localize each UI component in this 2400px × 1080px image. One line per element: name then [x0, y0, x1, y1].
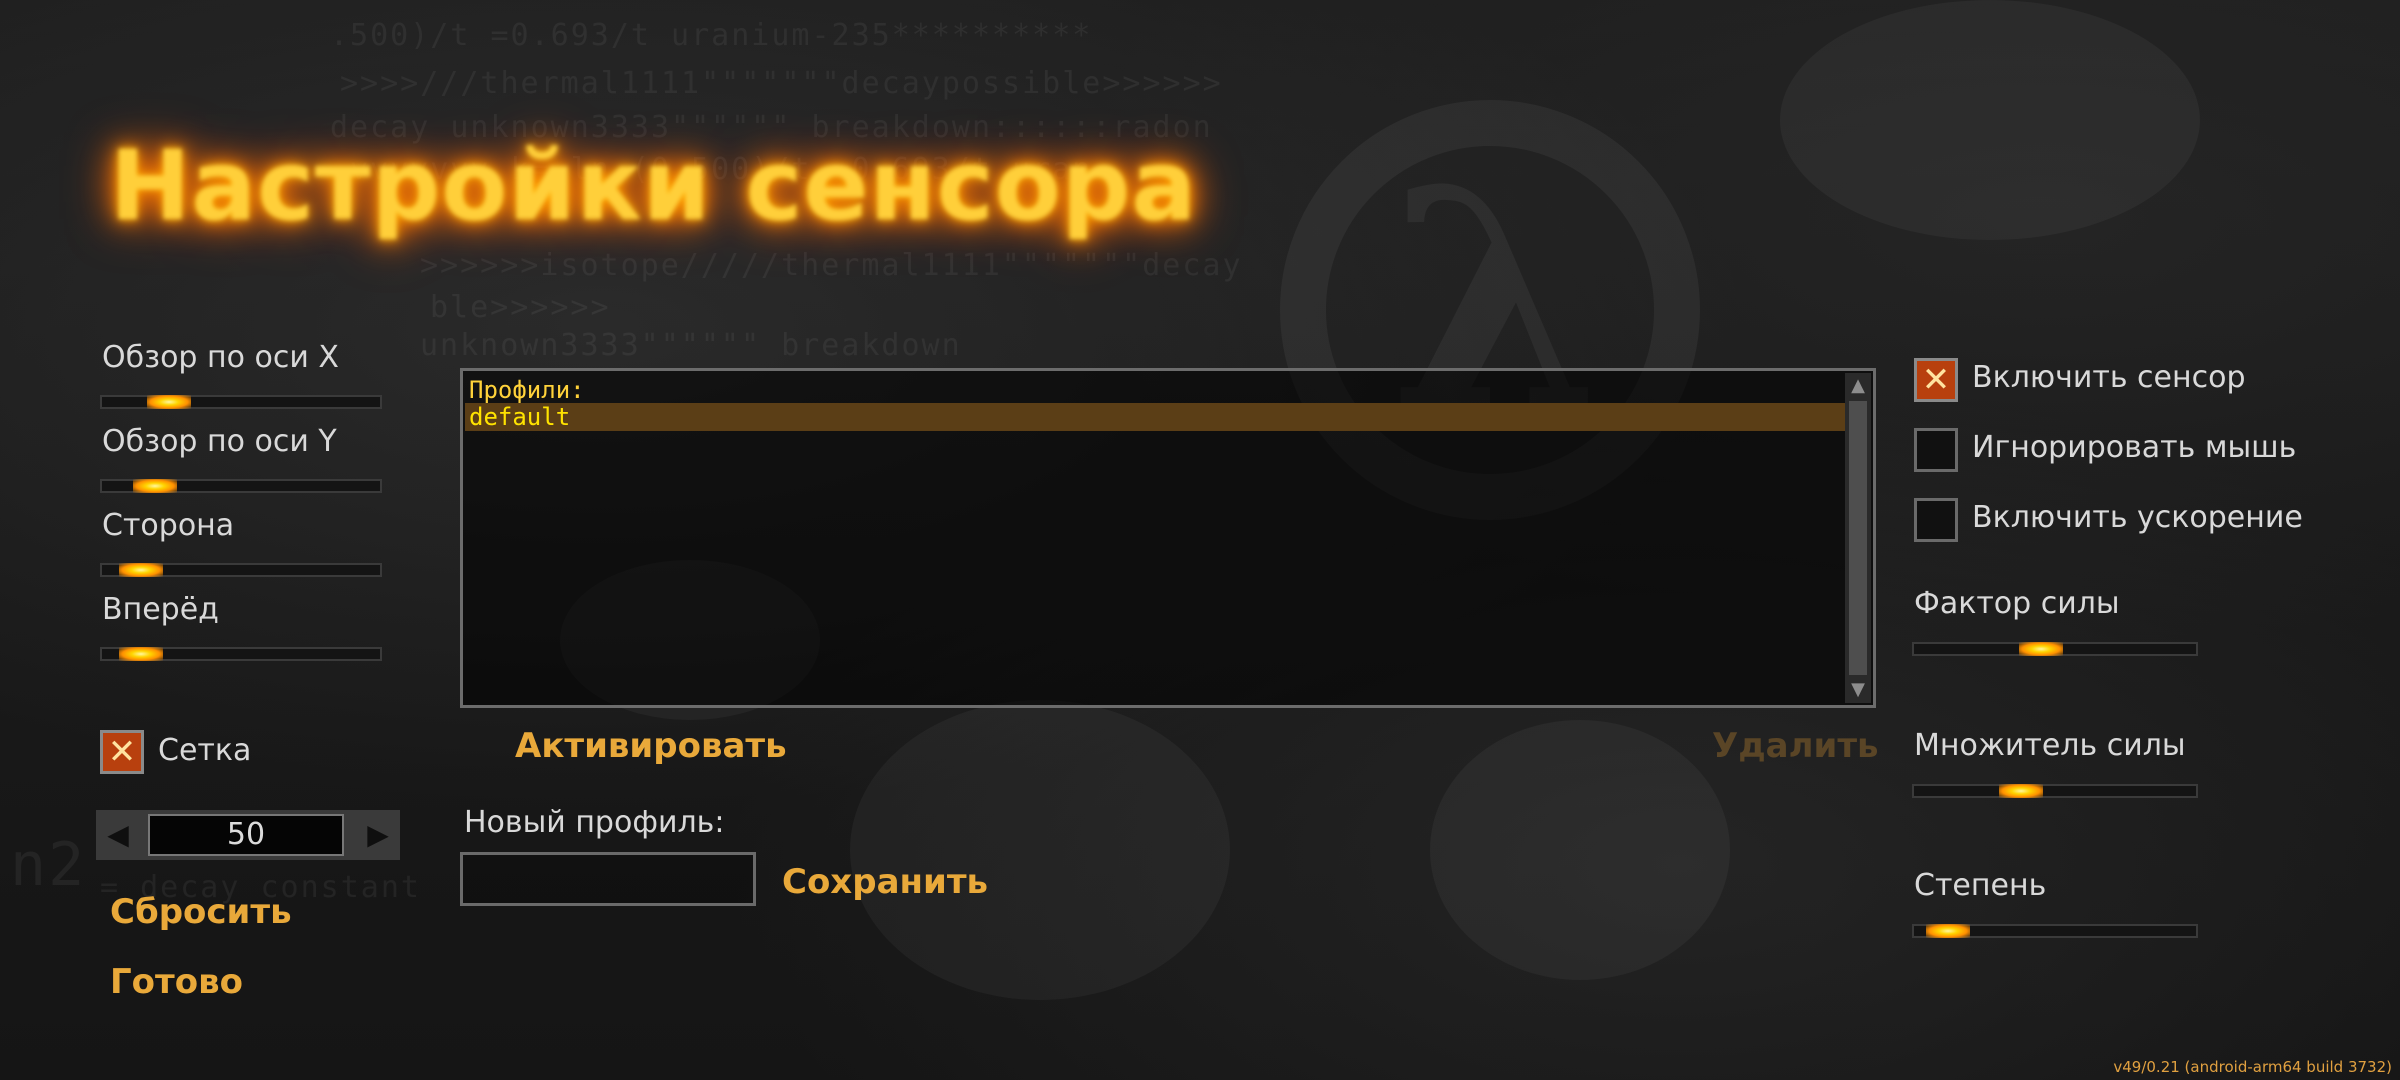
slider-label-side: Сторона [102, 508, 235, 543]
profiles-list[interactable]: Профили: default ▲ ▼ [460, 368, 1876, 708]
new-profile-input[interactable] [460, 852, 756, 906]
delete-button[interactable]: Удалить [1712, 726, 1879, 766]
ignore-mouse-label: Игнорировать мышь [1972, 430, 2297, 465]
scrollbar-thumb[interactable] [1849, 401, 1867, 675]
enable-acceleration-label: Включить ускорение [1972, 500, 2303, 535]
background-decoration: >>>>>>isotope/////thermal1111"""""""deca… [420, 248, 1243, 283]
save-button[interactable]: Сохранить [782, 862, 988, 902]
power-factor-slider[interactable] [1912, 642, 2198, 656]
activate-button[interactable]: Активировать [515, 726, 787, 766]
look-x-slider[interactable] [100, 395, 382, 409]
background-decoration: ble>>>>>> [430, 290, 611, 325]
power-multiplier-slider[interactable] [1912, 784, 2198, 798]
scroll-down-icon[interactable]: ▼ [1845, 677, 1871, 703]
list-item[interactable]: default [465, 403, 1847, 431]
screen: λ .500)/t =0.693/t uranium-235**********… [0, 0, 2400, 1080]
background-smudge [850, 700, 1230, 1000]
scroll-up-icon[interactable]: ▲ [1845, 373, 1871, 399]
list-item-label: default [469, 403, 571, 431]
slider-label-forward: Вперёд [102, 592, 219, 627]
checkmark-x-icon: ✕ [1921, 360, 1951, 400]
grid-size-stepper[interactable]: ◀ 50 ▶ [96, 810, 400, 860]
slider-thumb[interactable] [2018, 642, 2063, 656]
background-decoration: .500)/t =0.693/t uranium-235********** [330, 18, 1093, 53]
new-profile-label: Новый профиль: [464, 805, 725, 840]
enable-touch-checkbox[interactable]: ✕ [1914, 358, 1958, 402]
stepper-value[interactable]: 50 [148, 814, 344, 856]
list-scrollbar[interactable]: ▲ ▼ [1845, 373, 1871, 703]
exponent-slider[interactable] [1912, 924, 2198, 938]
ignore-mouse-checkbox[interactable]: ✕ [1914, 428, 1958, 472]
background-decoration: unknown3333"""""" breakdown [420, 328, 962, 363]
forward-slider[interactable] [100, 647, 382, 661]
slider-thumb[interactable] [118, 563, 163, 577]
slider-label-exponent: Степень [1914, 868, 2047, 903]
profiles-header: Профили: [469, 376, 585, 404]
grid-checkbox[interactable]: ✕ [100, 730, 144, 774]
triangle-right-icon[interactable]: ▶ [356, 810, 400, 860]
slider-label-look-y: Обзор по оси Y [102, 424, 337, 459]
slider-label-power-multiplier: Множитель силы [1914, 728, 2186, 763]
page-title: Настройки сенсора [110, 130, 1198, 242]
version-label: v49/0.21 (android-arm64 build 3732) [2113, 1058, 2392, 1076]
enable-acceleration-checkbox[interactable]: ✕ [1914, 498, 1958, 542]
slider-thumb[interactable] [1999, 784, 2044, 798]
background-decoration: n2 [10, 830, 87, 900]
enable-touch-label: Включить сенсор [1972, 360, 2246, 395]
grid-checkbox-label: Сетка [158, 733, 252, 768]
look-y-slider[interactable] [100, 479, 382, 493]
slider-label-look-x: Обзор по оси X [102, 340, 339, 375]
slider-thumb[interactable] [118, 647, 163, 661]
done-button[interactable]: Готово [110, 962, 243, 1002]
triangle-left-icon[interactable]: ◀ [96, 810, 140, 860]
background-smudge [1780, 0, 2200, 240]
side-slider[interactable] [100, 563, 382, 577]
slider-thumb[interactable] [1925, 924, 1970, 938]
background-smudge [1430, 720, 1730, 980]
background-decoration: >>>>///thermal1111"""""""decaypossible>>… [340, 66, 1223, 101]
checkmark-x-icon: ✕ [107, 732, 137, 772]
slider-label-power-factor: Фактор силы [1914, 586, 2120, 621]
slider-thumb[interactable] [146, 395, 191, 409]
reset-button[interactable]: Сбросить [110, 892, 292, 932]
slider-thumb[interactable] [132, 479, 177, 493]
